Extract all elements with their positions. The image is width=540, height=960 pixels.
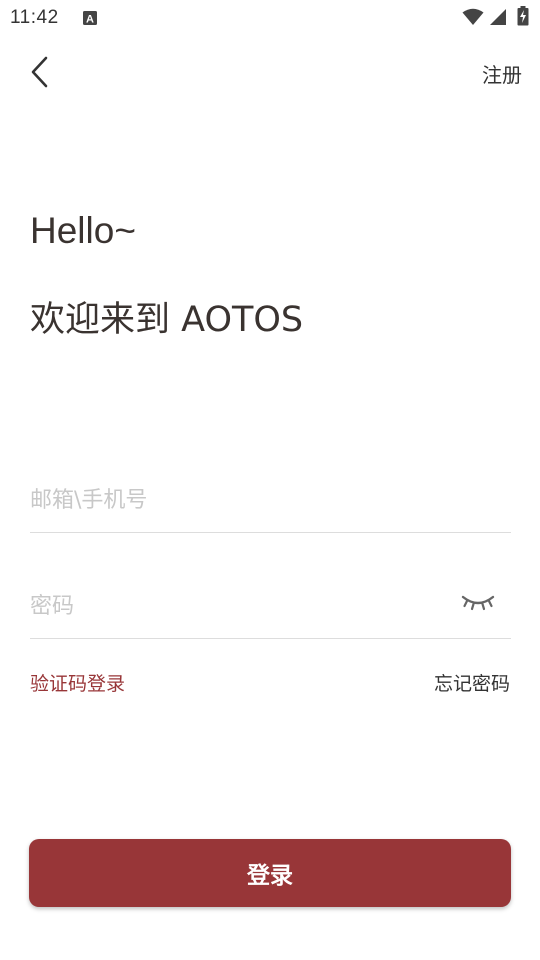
- wifi-icon: [462, 8, 484, 25]
- eye-closed-icon[interactable]: [461, 592, 495, 612]
- login-button[interactable]: 登录: [29, 839, 511, 907]
- status-time: 11:42: [10, 7, 59, 28]
- password-field: [30, 590, 511, 639]
- account-field: [30, 484, 511, 533]
- status-bar: 11:42 A: [0, 0, 540, 36]
- register-link[interactable]: 注册: [482, 59, 522, 88]
- back-button[interactable]: [22, 50, 62, 94]
- svg-text:A: A: [86, 14, 94, 26]
- account-input[interactable]: [30, 484, 450, 516]
- greeting-title: Hello~: [30, 210, 136, 251]
- cell-signal-icon: [490, 9, 506, 25]
- password-input[interactable]: [30, 590, 450, 622]
- a-box-icon: A: [83, 11, 97, 26]
- forgot-password-link[interactable]: 忘记密码: [434, 669, 510, 696]
- sms-login-link[interactable]: 验证码登录: [30, 669, 125, 696]
- chevron-left-icon: [31, 56, 48, 88]
- battery-charging-icon: [517, 6, 529, 26]
- welcome-title: 欢迎来到 AOTOS: [30, 300, 304, 340]
